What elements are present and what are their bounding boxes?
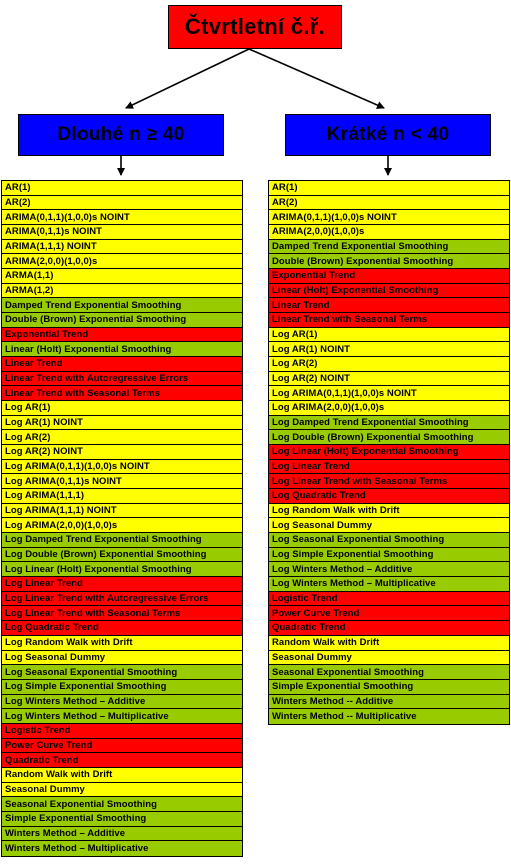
model-row[interactable]: Log ARIMA(0,1,1)(1,0,0)s NOINT — [269, 386, 509, 402]
flowchart-diagram: Čtvrtletní č.ř. Dlouhé n ≥ 40 Krátké n <… — [0, 0, 511, 868]
model-row[interactable]: Damped Trend Exponential Smoothing — [2, 298, 242, 314]
model-row[interactable]: Log Linear Trend — [269, 459, 509, 475]
model-row[interactable]: Log Winters Method – Multiplicative — [269, 577, 509, 592]
model-row[interactable]: Winters Method – Additive — [2, 826, 242, 842]
model-row[interactable]: Log Quadratic Trend — [2, 621, 242, 636]
model-row[interactable]: Linear Trend with Autoregressive Errors — [2, 371, 242, 387]
model-row[interactable]: AR(1) — [2, 181, 242, 196]
model-row[interactable]: Log Random Walk with Drift — [2, 635, 242, 651]
model-row[interactable]: Log AR(2) NOINT — [269, 371, 509, 387]
model-row[interactable]: Exponential Trend — [269, 269, 509, 284]
model-row[interactable]: Log Linear (Holt) Exponential Smoothing — [269, 445, 509, 460]
model-row[interactable]: Log Linear Trend with Seasonal Terms — [2, 606, 242, 622]
model-row[interactable]: Log ARIMA(1,1,1) — [2, 489, 242, 504]
model-row[interactable]: Log Seasonal Dummy — [269, 518, 509, 534]
model-row[interactable]: ARIMA(0,1,1)(1,0,0)s NOINT — [2, 210, 242, 226]
model-row[interactable]: Log Linear Trend — [2, 577, 242, 592]
edge-root-to-left — [125, 48, 250, 109]
model-row[interactable]: Log AR(1) NOINT — [269, 342, 509, 358]
model-row[interactable]: Seasonal Dummy — [269, 650, 509, 666]
model-row[interactable]: ARIMA(2,0,0)(1,0,0)s — [269, 225, 509, 240]
node-short-series-label: Krátké n < 40 — [326, 124, 450, 145]
model-row[interactable]: Log AR(1) NOINT — [2, 415, 242, 431]
model-row[interactable]: Winters Method -- Additive — [269, 694, 509, 710]
model-row[interactable]: Log Linear Trend with Seasonal Terms — [269, 474, 509, 490]
model-row[interactable]: Log Random Walk with Drift — [269, 503, 509, 519]
model-row[interactable]: Logistic Trend — [2, 723, 242, 739]
model-row[interactable]: Log Double (Brown) Exponential Smoothing — [2, 547, 242, 563]
model-row[interactable]: Log Winters Method – Additive — [2, 694, 242, 710]
model-row[interactable]: Log Damped Trend Exponential Smoothing — [2, 533, 242, 548]
model-row[interactable]: Simple Exponential Smoothing — [2, 811, 242, 827]
model-row[interactable]: Log Simple Exponential Smoothing — [2, 679, 242, 695]
model-row[interactable]: Linear Trend with Seasonal Terms — [2, 386, 242, 402]
model-row[interactable]: Log AR(1) — [2, 401, 242, 416]
model-row[interactable]: ARIMA(2,0,0)(1,0,0)s — [2, 254, 242, 270]
model-row[interactable]: AR(2) — [269, 195, 509, 211]
model-list-long: AR(1) AR(2) ARIMA(0,1,1)(1,0,0)s NOINT ARIM… — [1, 180, 243, 857]
node-root: Čtvrtletní č.ř. — [168, 5, 342, 49]
model-row[interactable]: Winters Method -- Multiplicative — [269, 709, 509, 724]
model-row[interactable]: ARMA(1,1) — [2, 269, 242, 284]
model-row[interactable]: Double (Brown) Exponential Smoothing — [2, 313, 242, 328]
model-row[interactable]: Logistic Trend — [269, 591, 509, 607]
model-row[interactable]: Seasonal Exponential Smoothing — [2, 797, 242, 812]
model-row[interactable]: Log Seasonal Dummy — [2, 650, 242, 666]
model-row[interactable]: Simple Exponential Smoothing — [269, 679, 509, 695]
model-row[interactable]: Linear (Holt) Exponential Smoothing — [269, 283, 509, 299]
node-root-label: Čtvrtletní č.ř. — [184, 14, 326, 39]
edge-root-to-right — [248, 48, 385, 109]
model-row[interactable]: Quadratic Trend — [269, 621, 509, 636]
model-row[interactable]: Quadratic Trend — [2, 753, 242, 768]
model-row[interactable]: Linear (Holt) Exponential Smoothing — [2, 342, 242, 358]
model-row[interactable]: Log ARIMA(2,0,0)(1,0,0)s — [2, 518, 242, 534]
model-row[interactable]: ARIMA(0,1,1)s NOINT — [2, 225, 242, 240]
model-row[interactable]: Log Seasonal Exponential Smoothing — [269, 533, 509, 548]
model-row[interactable]: AR(2) — [2, 195, 242, 211]
model-row[interactable]: Linear Trend with Seasonal Terms — [269, 313, 509, 328]
model-row[interactable]: Damped Trend Exponential Smoothing — [269, 239, 509, 255]
model-row[interactable]: Random Walk with Drift — [269, 635, 509, 651]
node-long-series-label: Dlouhé n ≥ 40 — [57, 124, 185, 145]
model-row[interactable]: Exponential Trend — [2, 327, 242, 343]
node-long-series: Dlouhé n ≥ 40 — [18, 114, 224, 156]
model-row[interactable]: Log Seasonal Exponential Smoothing — [2, 665, 242, 680]
model-row[interactable]: Double (Brown) Exponential Smoothing — [269, 254, 509, 270]
model-row[interactable]: Random Walk with Drift — [2, 767, 242, 783]
model-row[interactable]: Log Linear (Holt) Exponential Smoothing — [2, 562, 242, 578]
model-row[interactable]: Seasonal Dummy — [2, 782, 242, 798]
model-row[interactable]: Log Linear Trend with Autoregressive Err… — [2, 591, 242, 607]
model-row[interactable]: Seasonal Exponential Smoothing — [269, 665, 509, 680]
model-row[interactable]: Log AR(2) NOINT — [2, 445, 242, 460]
model-row[interactable]: Log ARIMA(0,1,1)(1,0,0)s NOINT — [2, 459, 242, 475]
model-row[interactable]: Power Curve Trend — [269, 606, 509, 622]
model-row[interactable]: Log Quadratic Trend — [269, 489, 509, 504]
model-row[interactable]: Log AR(2) — [2, 430, 242, 446]
model-row[interactable]: AR(1) — [269, 181, 509, 196]
model-row[interactable]: Log AR(2) — [269, 357, 509, 372]
model-row[interactable]: Log Double (Brown) Exponential Smoothing — [269, 430, 509, 446]
model-row[interactable]: ARMA(1,2) — [2, 283, 242, 299]
node-short-series: Krátké n < 40 — [285, 114, 491, 156]
model-row[interactable]: Log Winters Method – Additive — [269, 562, 509, 578]
model-row[interactable]: Log AR(1) — [269, 327, 509, 343]
model-row[interactable]: Linear Trend — [2, 357, 242, 372]
model-row[interactable]: Power Curve Trend — [2, 738, 242, 754]
model-row[interactable]: ARIMA(0,1,1)(1,0,0)s NOINT — [269, 210, 509, 226]
model-row[interactable]: Winters Method – Multiplicative — [2, 841, 242, 856]
model-row[interactable]: Log ARIMA(0,1,1)s NOINT — [2, 474, 242, 490]
model-row[interactable]: Log Damped Trend Exponential Smoothing — [269, 415, 509, 431]
model-list-short: AR(1) AR(2) ARIMA(0,1,1)(1,0,0)s NOINT ARIM… — [268, 180, 510, 725]
model-row[interactable]: Log Winters Method – Multiplicative — [2, 709, 242, 724]
model-row[interactable]: Log ARIMA(2,0,0)(1,0,0)s — [269, 401, 509, 416]
model-row[interactable]: Log ARIMA(1,1,1) NOINT — [2, 503, 242, 519]
model-row[interactable]: Log Simple Exponential Smoothing — [269, 547, 509, 563]
model-row[interactable]: Linear Trend — [269, 298, 509, 314]
model-row[interactable]: ARIMA(1,1,1) NOINT — [2, 239, 242, 255]
